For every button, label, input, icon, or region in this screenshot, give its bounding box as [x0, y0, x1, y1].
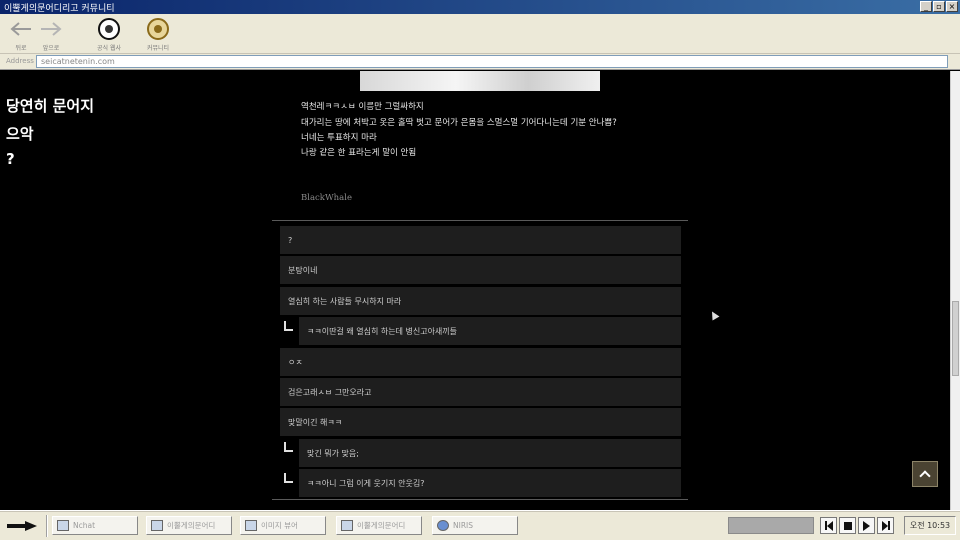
ie-icon — [437, 520, 449, 531]
post-image — [360, 71, 600, 91]
window-title: 이뿔게의문어디리고 커뮤니티 — [4, 3, 115, 14]
system-clock: 오전 10:53 — [904, 516, 956, 535]
media-next-button[interactable] — [877, 517, 894, 534]
chevron-up-icon — [919, 470, 931, 482]
taskbar-item-label: NIRIS — [453, 521, 474, 530]
back-button[interactable]: 뒤로 — [4, 18, 38, 52]
start-button[interactable] — [4, 516, 40, 536]
emblem-button-2[interactable]: 커뮤니티 — [141, 18, 175, 52]
page-content: 당연히 문어지 으악 ? 역천레ㅋㅋㅅㅂ 이름만 그럴싸하지 대가리는 땅에 처… — [0, 71, 950, 510]
address-input[interactable]: seicatnetenin.com — [36, 55, 948, 68]
comment-item: 맞말이긴 해ㅋㅋ — [280, 408, 681, 436]
media-prev-button[interactable] — [820, 517, 837, 534]
scrollbar-thumb[interactable] — [952, 301, 959, 376]
window-titlebar[interactable]: 이뿔게의문어디리고 커뮤니티 _ ▫ × — [0, 0, 960, 14]
chat-icon — [57, 520, 69, 531]
taskbar-item-nchat[interactable]: Nchat — [52, 516, 138, 535]
reply-icon — [284, 442, 293, 452]
side-text-1: 당연히 문어지 — [6, 97, 95, 115]
emblem-button-1[interactable]: 공식 웹사 — [92, 18, 126, 52]
post-author[interactable]: BlackWhale — [301, 193, 352, 203]
address-label: Address — [6, 57, 34, 65]
window-icon — [151, 520, 163, 531]
start-arrow-icon — [7, 521, 37, 531]
next-track-icon — [882, 521, 890, 531]
comments-divider-top — [272, 220, 688, 221]
prev-track-icon — [825, 521, 833, 531]
taskbar: Nchat 이뿔게의문어디 이미지 뷰어 이뿔게의문어디 NIRIS 오전 10… — [0, 510, 960, 540]
taskbar-item-label: 이미지 뷰어 — [261, 521, 298, 530]
browser-toolbar: 뒤로 앞으로 공식 웹사 커뮤니티 — [0, 14, 960, 54]
taskbar-separator — [46, 515, 48, 537]
mouse-cursor-icon — [708, 309, 720, 321]
comment-item: 검은고래ㅅㅂ 그만오라고 — [280, 378, 681, 406]
post-line-1: 역천레ㅋㅋㅅㅂ 이름만 그럴싸하지 — [301, 102, 424, 112]
window-controls: _ ▫ × — [920, 1, 958, 12]
post-line-3: 너네는 투표하지 마라 — [301, 133, 377, 143]
window-icon — [341, 520, 353, 531]
side-text-2: 으악 — [6, 125, 34, 143]
vertical-scrollbar[interactable] — [950, 71, 960, 510]
taskbar-item-niris[interactable]: NIRIS — [432, 516, 518, 535]
taskbar-item-label: 이뿔게의문어디 — [357, 521, 406, 530]
back-label: 뒤로 — [15, 45, 27, 52]
emblem-label-1: 공식 웹사 — [97, 45, 121, 52]
media-stop-button[interactable] — [839, 517, 856, 534]
close-button[interactable]: × — [946, 1, 958, 12]
scroll-to-top-button[interactable] — [912, 461, 938, 487]
back-arrow-icon — [10, 22, 31, 36]
reply-icon — [284, 473, 293, 483]
media-progress-bar[interactable] — [728, 517, 814, 534]
side-text-3: ? — [6, 150, 15, 168]
taskbar-item-label: 이뿔게의문어디 — [167, 521, 216, 530]
emblem-label-2: 커뮤니티 — [146, 45, 170, 52]
comment-item: 열심히 하는 사람들 무시하지 마라 — [280, 287, 681, 315]
image-icon — [245, 520, 257, 531]
taskbar-item-window-1[interactable]: 이뿔게의문어디 — [146, 516, 232, 535]
reply-icon — [284, 321, 293, 331]
media-play-button[interactable] — [858, 517, 875, 534]
post-line-2: 대가리는 땅에 처박고 옷은 홀딱 벗고 문어가 은몸을 스멀스멀 기어다니는데… — [301, 118, 617, 128]
address-bar: Address seicatnetenin.com — [0, 54, 960, 70]
play-icon — [863, 520, 870, 531]
reply-item: ㅋㅋ이딴걸 왜 열심히 하는데 병신고아새끼들 — [299, 317, 681, 345]
post-line-4: 나랑 같은 한 표라는게 말이 안됨 — [301, 148, 417, 158]
forward-arrow-icon — [41, 22, 62, 36]
taskbar-item-window-2[interactable]: 이뿔게의문어디 — [336, 516, 422, 535]
community-seal-icon — [147, 18, 169, 40]
comment-item: ㅇㅈ — [280, 348, 681, 376]
stop-icon — [843, 521, 852, 530]
forward-label: 앞으로 — [42, 45, 60, 52]
minimize-button[interactable]: _ — [920, 1, 932, 12]
comment-item: ? — [280, 226, 681, 254]
maximize-button[interactable]: ▫ — [933, 1, 945, 12]
seal-icon — [98, 18, 120, 40]
taskbar-item-label: Nchat — [73, 521, 96, 530]
reply-item: 맞긴 뭐가 맞음; — [299, 439, 681, 467]
taskbar-item-image-viewer[interactable]: 이미지 뷰어 — [240, 516, 326, 535]
comment-item: 분탕이네 — [280, 256, 681, 284]
reply-item: ㅋㅋ아니 그럼 이게 웃기지 안웃김? — [299, 469, 681, 497]
comments-divider-bottom — [272, 499, 688, 500]
forward-button[interactable]: 앞으로 — [34, 18, 68, 52]
